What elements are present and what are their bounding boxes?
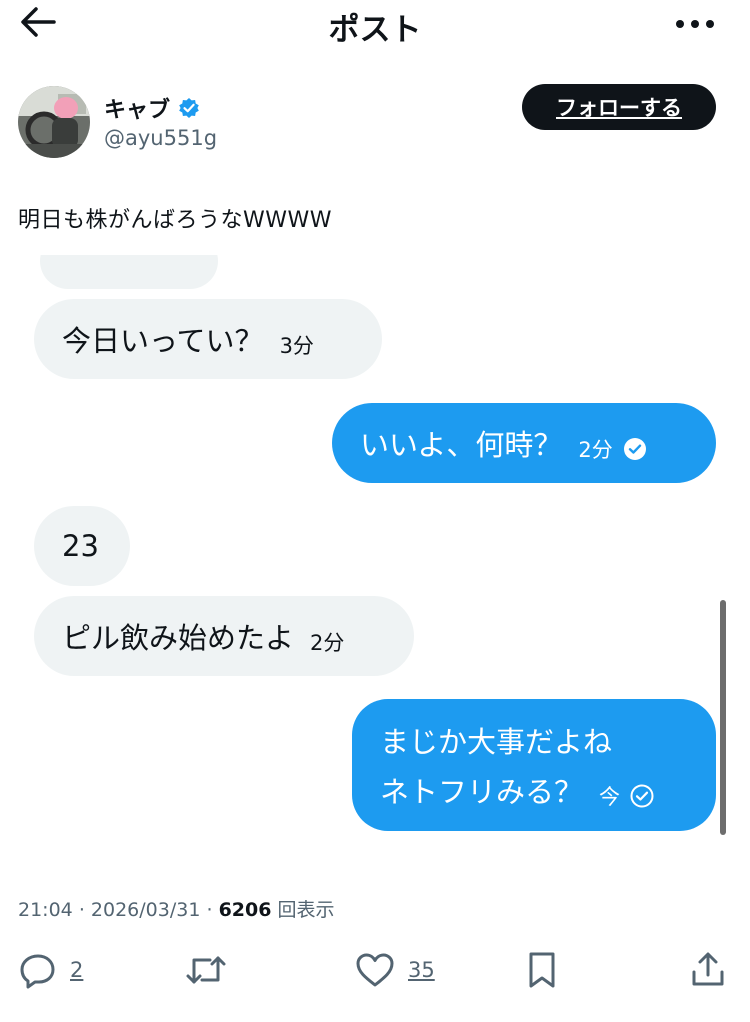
post-text: 明日も株がんばろうなWWWW [18, 208, 333, 233]
like-button[interactable]: 35 [354, 945, 435, 995]
message-bubble-cutoff [40, 255, 218, 289]
message-time: 3分 [279, 334, 314, 358]
share-icon [692, 952, 724, 986]
message-text: いいよ、何時？ [360, 428, 563, 462]
chat-scrollbar[interactable] [720, 600, 726, 835]
post-meta: 21:04 · 2026/03/31 · 6206 回表示 [18, 899, 335, 921]
view-label: 回表示 [277, 899, 335, 921]
message-time: 今 [599, 785, 621, 809]
sent-check-icon [630, 784, 654, 808]
message-text: 23 [62, 529, 99, 563]
chat-screenshot: 今日いってい？ 3分 いいよ、何時？ 2分 23 ピル飲み始めたよ 2分 まじか… [0, 255, 750, 855]
message-text-line: まじか大事だよね [380, 725, 613, 759]
more-button[interactable] [670, 4, 720, 40]
repost-button[interactable] [184, 945, 240, 995]
author-name[interactable]: キャブ [104, 92, 170, 124]
bookmark-icon [529, 952, 555, 988]
read-check-icon [623, 438, 646, 460]
post-time: 21:04 [18, 899, 73, 921]
message-text: ピル飲み始めたよ [62, 621, 295, 655]
verified-badge-icon [179, 98, 199, 118]
author-handle[interactable]: @ayu551g [104, 126, 217, 150]
view-count[interactable]: 6206 [219, 899, 272, 921]
reply-icon [20, 954, 55, 989]
message-bubble-out: まじか大事だよね ネトフリみる？ 今 [352, 699, 716, 831]
avatar-image [18, 86, 90, 158]
like-count: 35 [408, 958, 435, 982]
message-text-line: ネトフリみる？ [380, 775, 584, 809]
message-bubble-in: 23 [34, 506, 130, 586]
follow-button[interactable]: フォローする [522, 84, 716, 130]
avatar[interactable] [18, 86, 90, 158]
post-date: 2026/03/31 [90, 899, 201, 921]
action-bar: 2 35 [0, 945, 750, 995]
repost-icon [186, 956, 226, 984]
share-button[interactable] [688, 945, 728, 995]
message-bubble-in: 今日いってい？ 3分 [34, 299, 382, 379]
reply-count: 2 [70, 958, 84, 982]
heart-icon [356, 953, 394, 987]
message-time: 2分 [578, 438, 613, 462]
author-row: キャブ @ayu551g フォローする [0, 80, 750, 160]
reply-button[interactable]: 2 [18, 945, 83, 995]
message-time: 2分 [310, 631, 345, 655]
bookmark-button[interactable] [524, 945, 560, 995]
message-bubble-in: ピル飲み始めたよ 2分 [34, 596, 414, 676]
more-icon [676, 20, 714, 28]
message-bubble-out: いいよ、何時？ 2分 [332, 403, 716, 483]
name-row: キャブ [104, 92, 200, 124]
top-bar: ポスト [0, 0, 750, 48]
message-text: 今日いってい？ [62, 324, 264, 358]
page-title: ポスト [328, 12, 422, 48]
